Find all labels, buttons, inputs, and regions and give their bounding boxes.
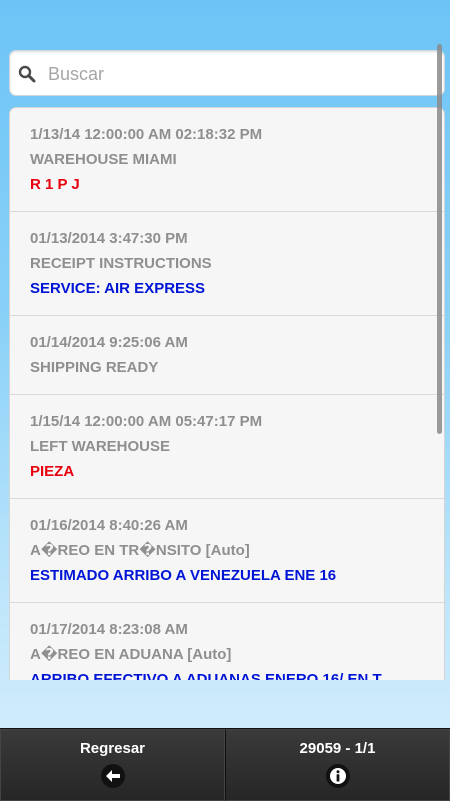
search-input[interactable] (46, 57, 440, 91)
list-item[interactable]: 01/16/2014 8:40:26 AM A�REO EN TR�NSITO [… (10, 499, 444, 603)
list-item[interactable]: 01/14/2014 9:25:06 AM SHIPPING READY (10, 316, 444, 395)
scrollbar[interactable] (437, 44, 442, 434)
search-bar[interactable] (9, 50, 445, 96)
event-status: RECEIPT INSTRUCTIONS (30, 255, 212, 272)
list-item[interactable]: 1/13/14 12:00:00 AM 02:18:32 PM WAREHOUSE… (10, 108, 444, 212)
record-counter: 29059 - 1/1 (299, 740, 376, 757)
event-date: 01/13/2014 3:47:30 PM (30, 230, 188, 247)
event-date: 1/13/14 12:00:00 AM 02:18:32 PM (30, 126, 263, 143)
info-icon (325, 764, 350, 788)
search-icon (18, 65, 36, 83)
back-button[interactable]: Regresar (0, 729, 225, 801)
arrow-left-icon (100, 764, 125, 788)
tracking-list-container[interactable]: 1/13/14 12:00:00 AM 02:18:32 PM WAREHOUSE… (9, 107, 445, 680)
tracking-event-list: 1/13/14 12:00:00 AM 02:18:32 PM WAREHOUSE… (9, 107, 445, 680)
event-status: A�REO EN ADUANA [Auto] (30, 646, 232, 663)
back-button-label: Regresar (79, 740, 146, 757)
event-detail: SERVICE: AIR EXPRESS (30, 280, 206, 297)
event-date: 01/16/2014 8:40:26 AM (30, 517, 188, 534)
event-status: SHIPPING READY (30, 359, 159, 376)
event-date: 01/14/2014 9:25:06 AM (30, 334, 188, 351)
event-detail: R 1 P J (30, 176, 80, 193)
list-item[interactable]: 01/13/2014 3:47:30 PM RECEIPT INSTRUCTION… (10, 212, 444, 316)
event-date: 01/17/2014 8:23:08 AM (30, 621, 188, 638)
list-item[interactable]: 1/15/14 12:00:00 AM 05:47:17 PM LEFT WARE… (10, 395, 444, 499)
event-detail: ESTIMADO ARRIBO A VENEZUELA ENE 16 (30, 567, 337, 584)
event-status: A�REO EN TR�NSITO [Auto] (30, 542, 250, 559)
event-status: WAREHOUSE MIAMI (30, 151, 177, 168)
list-item[interactable]: 01/17/2014 8:23:08 AM A�REO EN ADUANA [Au… (10, 603, 444, 680)
event-date: 1/15/14 12:00:00 AM 05:47:17 PM (30, 413, 263, 430)
event-detail: ARRIBO EFECTIVO A ADUANAS ENERO 16/ EN T (30, 671, 382, 680)
event-detail: PIEZA (30, 463, 75, 480)
event-status: LEFT WAREHOUSE (30, 438, 171, 455)
footer-bar: Regresar 29059 - 1/1 (0, 728, 450, 801)
info-button[interactable]: 29059 - 1/1 (225, 729, 450, 801)
